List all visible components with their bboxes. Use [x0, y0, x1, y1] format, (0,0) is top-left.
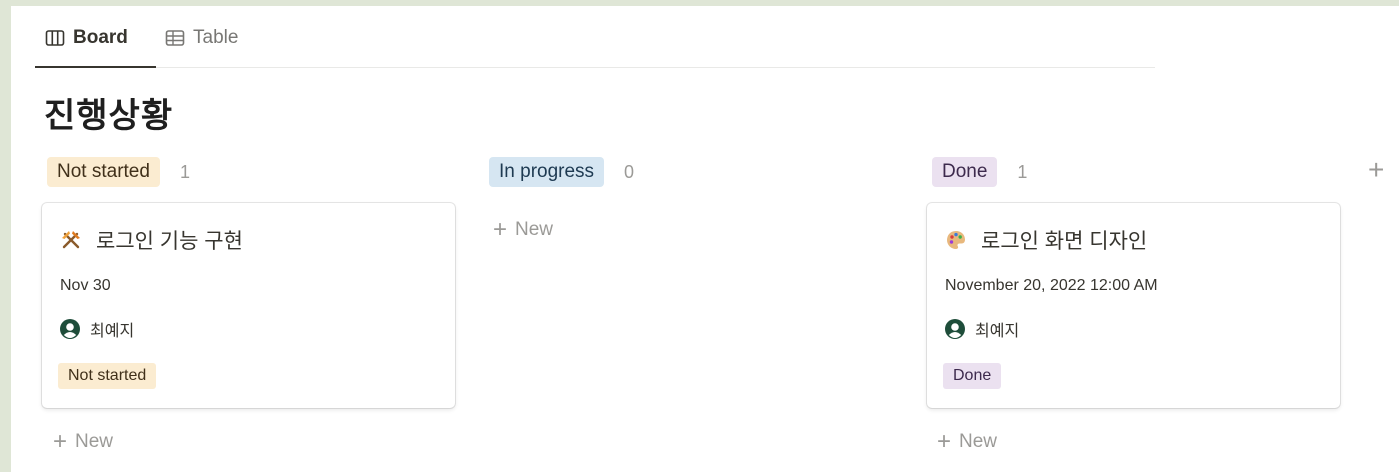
new-card-button-done[interactable]: + New — [937, 428, 997, 456]
table-icon — [165, 28, 185, 48]
card-assignee[interactable]: 최예지 — [945, 317, 1019, 341]
hammer-and-pick-icon — [60, 229, 82, 251]
new-label: New — [515, 219, 554, 240]
column-header-done[interactable]: Done 1 — [932, 157, 1027, 187]
status-badge: Done — [943, 363, 1002, 389]
plus-icon: + — [493, 216, 508, 243]
page-title: 진행상황 — [44, 97, 174, 135]
column-header-in-progress[interactable]: In progress 0 — [489, 157, 634, 187]
card-assignee[interactable]: 최예지 — [60, 317, 134, 341]
column-header-not-started[interactable]: Not started 1 — [47, 157, 190, 187]
assignee-name: 최예지 — [90, 323, 135, 340]
card-title-text: 로그인 기능 구현 — [96, 230, 243, 253]
status-pill-done: Done — [932, 157, 998, 187]
card-title-text: 로그인 화면 디자인 — [981, 230, 1148, 253]
status-pill-in-progress: In progress — [489, 157, 605, 187]
palette-icon — [945, 229, 967, 251]
card-title: 로그인 기능 구현 — [60, 225, 243, 255]
plus-icon: + — [937, 428, 952, 455]
column-count: 1 — [179, 161, 190, 182]
board-icon — [45, 28, 65, 48]
status-badge: Not started — [58, 363, 157, 389]
tab-table-label: Table — [193, 27, 239, 48]
new-card-button-not-started[interactable]: + New — [53, 428, 113, 456]
plus-icon: + — [53, 428, 68, 455]
add-group-button[interactable]: + — [1368, 154, 1384, 186]
tab-table[interactable]: Table — [165, 26, 238, 50]
avatar — [945, 319, 965, 339]
column-count: 1 — [1017, 161, 1028, 182]
new-label: New — [75, 431, 114, 452]
new-label: New — [959, 431, 998, 452]
card-date: Nov 30 — [60, 277, 111, 294]
avatar — [60, 319, 80, 339]
board-page: Board Table 진행상황 Not started 1 로그인 기능 구현… — [11, 6, 1399, 472]
card-login-feature[interactable]: 로그인 기능 구현 Nov 30 최예지 Not started — [42, 203, 455, 408]
card-date: November 20, 2022 12:00 AM — [945, 277, 1158, 294]
card-login-design[interactable]: 로그인 화면 디자인 November 20, 2022 12:00 AM 최예… — [927, 203, 1340, 408]
new-card-button-in-progress[interactable]: + New — [493, 216, 553, 244]
column-count: 0 — [624, 161, 635, 182]
status-pill-not-started: Not started — [47, 157, 160, 187]
assignee-name: 최예지 — [975, 323, 1020, 340]
view-tabs: Board Table — [35, 6, 1155, 68]
card-title: 로그인 화면 디자인 — [945, 225, 1147, 255]
tab-board[interactable]: Board — [45, 26, 128, 50]
tab-board-label: Board — [73, 27, 128, 48]
active-tab-indicator — [35, 66, 156, 68]
